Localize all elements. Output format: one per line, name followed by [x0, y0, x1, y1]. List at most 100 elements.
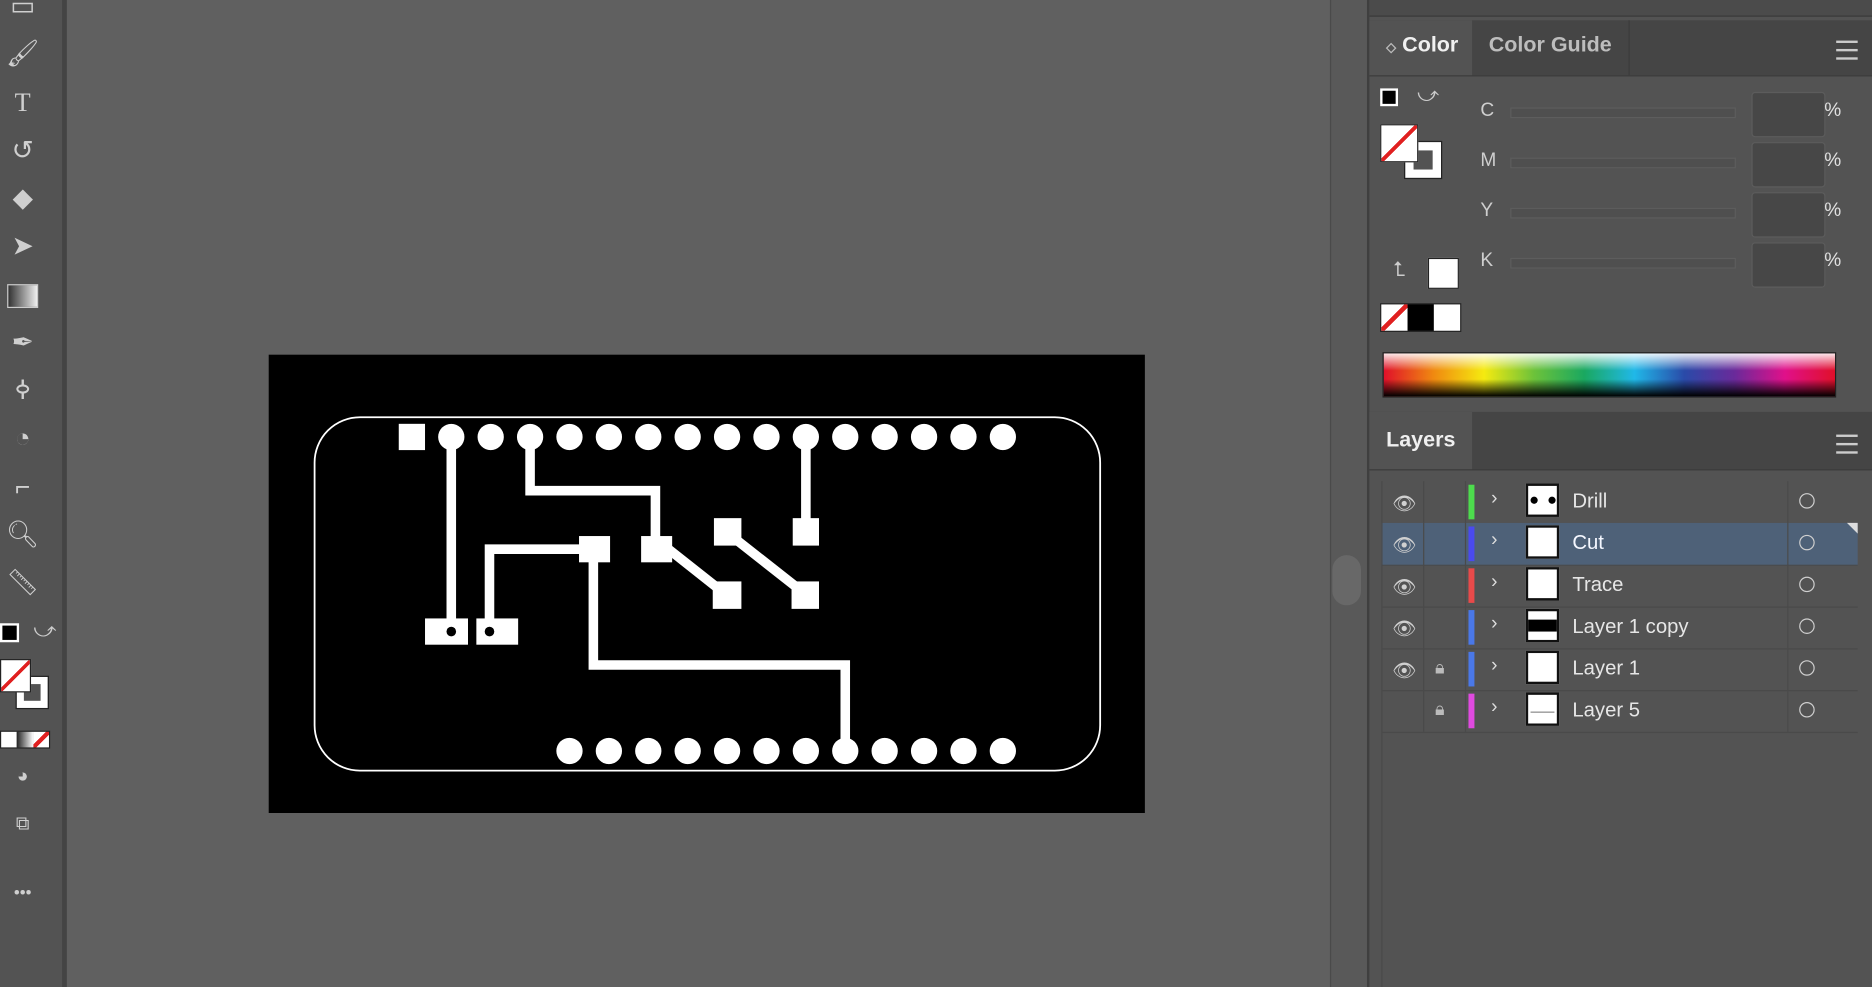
layer-row-layer-5[interactable]: 🔒︎ › Layer 5: [1381, 690, 1858, 734]
layers-list-border: [1381, 481, 1383, 987]
percent-label: %: [1824, 200, 1842, 221]
target-circle-icon[interactable]: [1799, 618, 1815, 634]
chevron-right-icon[interactable]: ›: [1491, 530, 1497, 551]
color-panel-tabs: ◇ Color Color Guide: [1369, 20, 1872, 77]
percent-label: %: [1824, 100, 1842, 121]
default-colors-icon[interactable]: [1380, 88, 1399, 107]
chevron-right-icon[interactable]: ›: [1491, 488, 1497, 509]
gradient-tool-icon[interactable]: [5, 277, 41, 313]
eye-icon[interactable]: 👁︎: [1392, 617, 1416, 641]
pad-round: [674, 423, 701, 451]
channel-value-input[interactable]: [1751, 192, 1826, 238]
last-color-swatch[interactable]: [1427, 257, 1459, 289]
layer-name: Layer 1: [1572, 656, 1641, 680]
panel-top-strip: [1369, 0, 1872, 17]
chevron-right-icon[interactable]: ›: [1491, 655, 1497, 676]
layer-row-layer-1[interactable]: 👁︎ 🔒︎ › Layer 1: [1381, 648, 1858, 692]
pad-round: [792, 737, 820, 765]
eye-icon[interactable]: 👁︎: [1392, 575, 1416, 599]
layer-color-indicator: [1468, 568, 1475, 603]
lasso-select-tool-icon[interactable]: ➤: [5, 228, 41, 264]
channel-slider[interactable]: [1510, 207, 1736, 219]
layer-row-layer-1-copy[interactable]: 👁︎ › Layer 1 copy: [1381, 606, 1858, 650]
layer-color-indicator: [1468, 610, 1475, 645]
default-fill-stroke-icon[interactable]: [0, 623, 20, 643]
pad-round: [910, 423, 938, 451]
channel-value-input[interactable]: [1751, 242, 1826, 288]
lock-icon[interactable]: 🔒︎: [1435, 658, 1445, 678]
pad: [712, 581, 742, 609]
draw-mode-icon[interactable]: ◕: [5, 759, 41, 795]
pad: [579, 536, 611, 563]
panel-menu-icon[interactable]: [1836, 40, 1858, 60]
layer-name: Layer 5: [1572, 698, 1641, 722]
target-circle-icon[interactable]: [1799, 660, 1815, 676]
shape-builder-tool-icon[interactable]: ◔: [5, 420, 41, 456]
target-circle-icon[interactable]: [1799, 576, 1815, 593]
type-tool-icon[interactable]: T: [5, 85, 41, 121]
channel-slider[interactable]: [1510, 157, 1736, 169]
layer-thumbnail: [1525, 567, 1560, 601]
channel-slider[interactable]: [1510, 257, 1736, 269]
pad-round: [910, 737, 938, 765]
channel-label: Y: [1480, 200, 1494, 221]
chevron-right-icon[interactable]: ›: [1491, 572, 1497, 593]
color-mode-buttons[interactable]: [0, 730, 51, 749]
eraser-tool-icon[interactable]: ◆: [5, 180, 41, 216]
channel-value-input[interactable]: [1751, 91, 1826, 138]
channel-label: C: [1480, 100, 1495, 121]
none-swatch[interactable]: [1381, 304, 1408, 331]
percent-label: %: [1824, 250, 1842, 272]
target-circle-icon[interactable]: [1799, 493, 1815, 509]
pad-round: [753, 737, 780, 765]
percent-label: %: [1824, 150, 1842, 171]
channel-slider[interactable]: [1510, 107, 1736, 119]
puppet-warp-tool-icon[interactable]: ߦ: [5, 372, 41, 408]
eyedropper-tool-icon[interactable]: ✒: [5, 325, 41, 361]
fill-swatch-none[interactable]: [0, 659, 32, 693]
black-swatch[interactable]: [1407, 304, 1434, 331]
layer-row-trace[interactable]: 👁︎ › Trace: [1381, 564, 1858, 608]
fill-color-none-swatch[interactable]: [1380, 124, 1419, 163]
eye-icon[interactable]: 👁︎: [1392, 492, 1416, 516]
selected-layer-corner-icon: [1846, 522, 1858, 534]
chevron-right-icon[interactable]: ›: [1491, 614, 1497, 635]
layer-name: Layer 1 copy: [1572, 614, 1689, 638]
pad: [476, 618, 519, 645]
tab-layers[interactable]: Layers: [1369, 411, 1473, 470]
artboard-tool-icon[interactable]: ⌐: [5, 469, 41, 505]
tab-color[interactable]: ◇ Color: [1369, 20, 1473, 76]
pad-round: [950, 423, 977, 451]
paintbrush-tool-icon[interactable]: 🖌︎: [5, 36, 41, 72]
color-spectrum-bar[interactable]: [1382, 352, 1837, 398]
rectangle-tool-icon[interactable]: ▭: [5, 0, 41, 24]
layer-row-drill[interactable]: 👁︎ › Drill: [1381, 481, 1858, 525]
tab-color-guide[interactable]: Color Guide: [1472, 20, 1630, 76]
white-swatch[interactable]: [1433, 304, 1461, 331]
artboard[interactable]: [268, 354, 1145, 814]
vertical-scrollbar[interactable]: [1329, 0, 1367, 987]
layers-menu-icon[interactable]: [1836, 434, 1858, 454]
target-circle-icon[interactable]: [1799, 534, 1815, 551]
rotate-tool-icon[interactable]: ↺: [5, 133, 41, 169]
swap-fill-stroke-icon[interactable]: ⤻: [33, 618, 56, 643]
pad-round: [556, 423, 583, 451]
eye-icon[interactable]: 👁︎: [1392, 659, 1416, 683]
swap-colors-icon[interactable]: ⤻: [1417, 84, 1439, 108]
scrollbar-thumb[interactable]: [1332, 555, 1362, 606]
more-tools-icon[interactable]: •••: [5, 874, 41, 910]
layer-row-cut[interactable]: 👁︎ › Cut: [1381, 522, 1858, 566]
target-circle-icon[interactable]: [1799, 702, 1815, 718]
channel-value-input[interactable]: [1751, 142, 1826, 188]
screen-mode-icon[interactable]: ⧉: [5, 807, 41, 843]
pad-round: [832, 423, 859, 451]
pad-round: [595, 737, 623, 765]
layer-thumbnail: [1525, 608, 1560, 643]
layer-color-indicator: [1468, 693, 1475, 729]
out-of-gamut-icon[interactable]: ⮤: [1393, 258, 1405, 282]
ruler-tool-icon[interactable]: 📏︎: [5, 565, 41, 601]
lock-icon[interactable]: 🔒︎: [1435, 700, 1445, 720]
zoom-tool-icon[interactable]: 🔍︎: [5, 517, 41, 553]
chevron-right-icon[interactable]: ›: [1491, 697, 1497, 718]
eye-icon[interactable]: 👁︎: [1392, 534, 1416, 558]
